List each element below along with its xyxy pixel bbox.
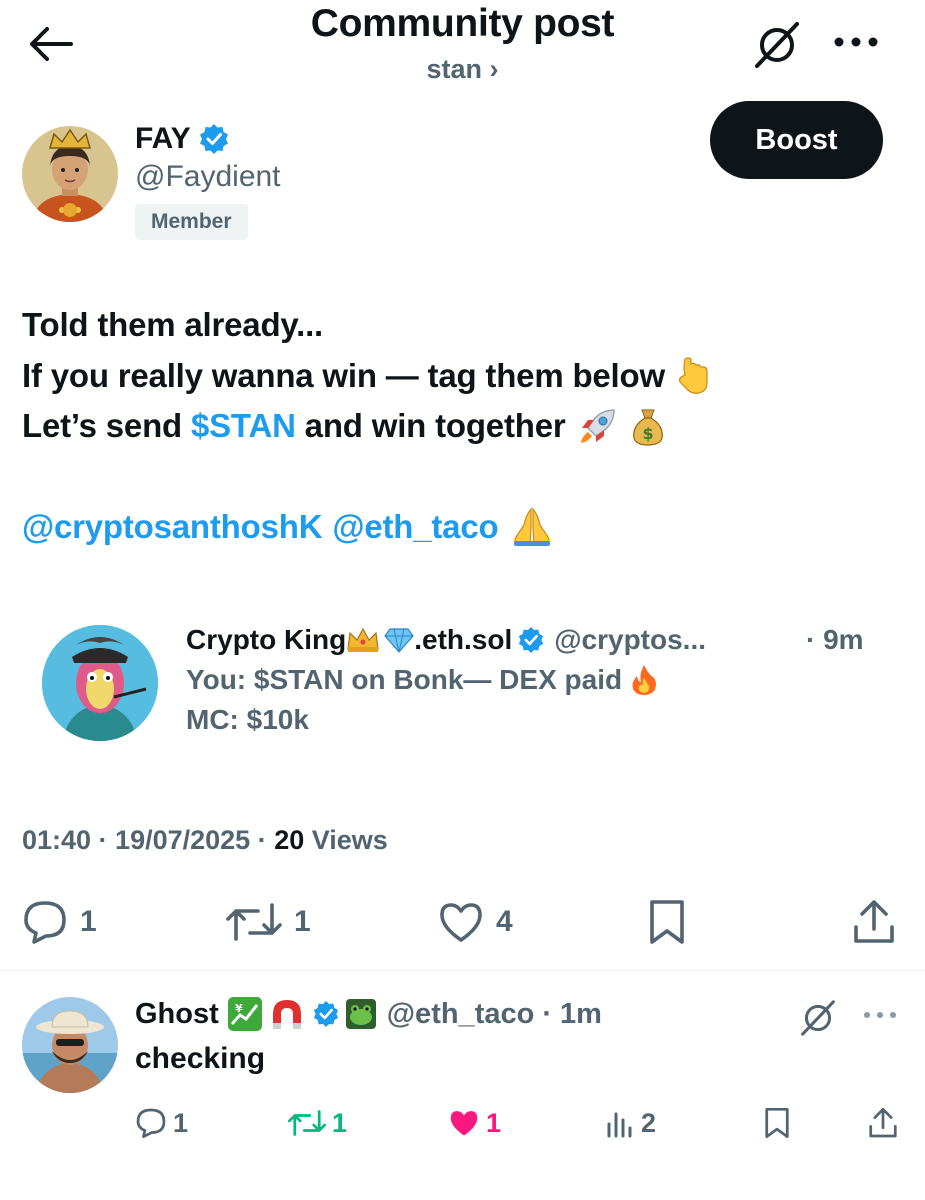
post-line: If you really wanna win — tag them below bbox=[22, 351, 902, 402]
verified-badge-icon bbox=[519, 627, 544, 653]
author-handle[interactable]: @Faydient bbox=[135, 160, 281, 194]
divider bbox=[0, 970, 925, 971]
reply-bookmark-button[interactable] bbox=[764, 1103, 790, 1143]
member-badge: Member bbox=[135, 204, 248, 240]
pointing-down-emoji-icon bbox=[677, 357, 711, 395]
reply-author-avatar[interactable] bbox=[22, 997, 118, 1093]
share-icon bbox=[869, 1108, 897, 1138]
post-line: Told them already... bbox=[22, 300, 902, 351]
like-count: 4 bbox=[496, 905, 513, 938]
reply-more-button[interactable] bbox=[858, 1000, 902, 1030]
bookmark-button[interactable] bbox=[648, 897, 686, 947]
reply-icon bbox=[24, 901, 66, 944]
reply-grok-button[interactable] bbox=[796, 996, 840, 1040]
reply-repost-count: 1 bbox=[332, 1107, 348, 1138]
reply-text: checking bbox=[135, 1042, 266, 1075]
post-timestamp[interactable]: 01:40 · 19/07/2025 · bbox=[22, 825, 274, 855]
folded-hands-emoji-icon bbox=[510, 507, 554, 547]
share-icon bbox=[854, 900, 894, 943]
bookmark-icon bbox=[765, 1107, 789, 1139]
svg-text:¥: ¥ bbox=[235, 1002, 243, 1015]
reply-views-button[interactable]: 2 bbox=[605, 1103, 656, 1143]
reply-share-button[interactable] bbox=[868, 1103, 898, 1143]
post-text-line3-post: and win together bbox=[295, 407, 566, 444]
embed-avatar[interactable] bbox=[42, 625, 158, 741]
more-horizontal-icon bbox=[834, 37, 878, 47]
views-count: 20 bbox=[274, 825, 305, 855]
author-name-text: FAY bbox=[135, 122, 191, 155]
more-options-button[interactable] bbox=[826, 20, 886, 64]
embed-text-line: You: $STAN on Bonk— DEX paid bbox=[186, 664, 658, 696]
grok-button[interactable] bbox=[748, 16, 806, 74]
post-body: Told them already... If you really wanna… bbox=[22, 300, 902, 553]
magnet-emoji-icon bbox=[269, 996, 305, 1032]
post-line: Let’s send $STAN and win together $ bbox=[22, 401, 902, 452]
chart-emoji-icon: ¥ bbox=[227, 996, 263, 1032]
reply-author-handle: @eth_taco bbox=[386, 997, 535, 1030]
share-button[interactable] bbox=[852, 897, 896, 947]
post-line: @cryptosanthoshK @eth_taco bbox=[22, 502, 902, 553]
reply-author-name: Ghost bbox=[135, 997, 219, 1030]
embed-text-line3: MC: $10k bbox=[186, 704, 309, 735]
post-text-line3-pre: Let’s send bbox=[22, 407, 191, 444]
analytics-icon bbox=[607, 1112, 632, 1138]
reply-like-button[interactable]: 1 bbox=[448, 1103, 501, 1143]
repost-icon bbox=[226, 903, 282, 941]
author-avatar[interactable] bbox=[22, 126, 118, 222]
heart-filled-icon bbox=[450, 1111, 478, 1136]
reply-views-count: 2 bbox=[641, 1107, 657, 1138]
verified-badge-icon bbox=[313, 1001, 338, 1027]
rocket-emoji-icon bbox=[578, 406, 618, 446]
reply-icon bbox=[136, 1108, 166, 1138]
embed-text-line2: You: $STAN on Bonk— DEX paid bbox=[186, 664, 623, 695]
views-label: Views bbox=[304, 825, 388, 855]
boost-button[interactable]: Boost bbox=[710, 101, 883, 179]
reply-reply-count: 1 bbox=[173, 1107, 189, 1138]
repost-icon bbox=[288, 1110, 326, 1136]
like-button[interactable]: 4 bbox=[438, 897, 513, 947]
reply-button[interactable]: 1 bbox=[22, 897, 97, 947]
embed-author-suffix: .eth.sol bbox=[414, 624, 513, 655]
svg-text:$: $ bbox=[642, 424, 653, 443]
reply-count: 1 bbox=[80, 905, 97, 938]
frog-emoji-icon bbox=[345, 998, 377, 1030]
post-meta: 01:40 · 19/07/2025 · 20 Views bbox=[22, 825, 388, 856]
repost-count: 1 bbox=[294, 905, 311, 938]
author-name[interactable]: FAY bbox=[135, 122, 229, 156]
embed-author-name: Crypto King bbox=[186, 624, 347, 655]
grok-icon bbox=[801, 1000, 835, 1036]
reply-repost-button[interactable]: 1 bbox=[288, 1103, 347, 1143]
verified-badge-icon bbox=[199, 124, 228, 154]
reply-like-count: 1 bbox=[486, 1107, 502, 1138]
bookmark-icon bbox=[650, 900, 684, 944]
reply-author-line[interactable]: Ghost ¥ @eth_taco · 1m bbox=[135, 996, 602, 1032]
post-text-line1: Told them already... bbox=[22, 306, 324, 343]
reply-timestamp: · 1m bbox=[542, 997, 602, 1030]
post-text-line2: If you really wanna win — tag them below bbox=[22, 356, 665, 394]
gem-emoji-icon bbox=[384, 627, 414, 653]
cashtag-link[interactable]: $STAN bbox=[191, 401, 296, 452]
more-horizontal-icon bbox=[864, 1012, 896, 1018]
post-line-empty bbox=[22, 452, 902, 503]
reply-reply-button[interactable]: 1 bbox=[135, 1103, 188, 1143]
heart-icon bbox=[440, 903, 482, 942]
repost-button[interactable]: 1 bbox=[226, 897, 311, 947]
mention-link[interactable]: @cryptosanthoshK bbox=[22, 502, 323, 553]
fire-emoji-icon bbox=[630, 664, 658, 696]
crown-emoji-icon bbox=[346, 627, 380, 653]
mention-link[interactable]: @eth_taco bbox=[332, 502, 498, 553]
embed-timestamp: · 9m bbox=[806, 624, 864, 655]
embed-author-handle: @cryptos... bbox=[554, 624, 707, 655]
money-bag-emoji-icon: $ bbox=[630, 406, 666, 446]
embed-author-line[interactable]: Crypto King .eth.sol @cryptos... bbox=[186, 624, 706, 656]
grok-icon bbox=[755, 22, 799, 68]
